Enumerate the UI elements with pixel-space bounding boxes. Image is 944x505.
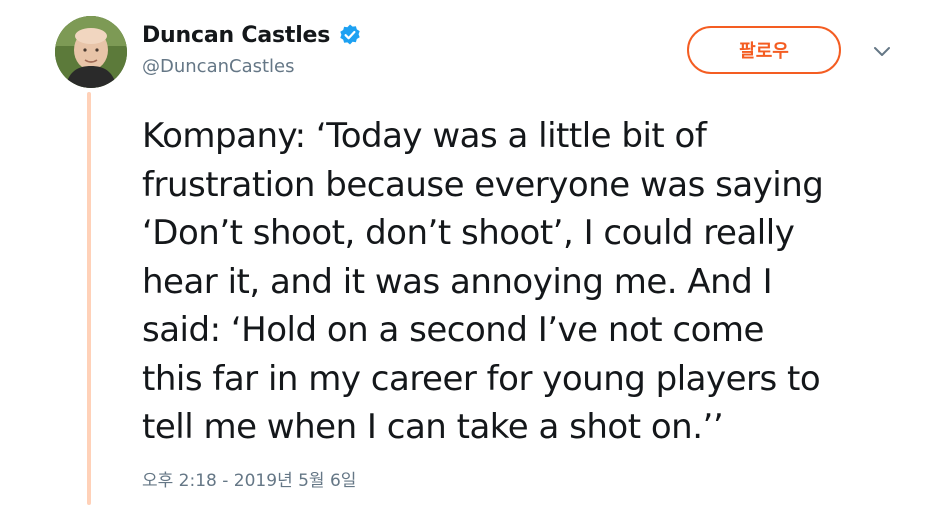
avatar[interactable] <box>55 16 127 88</box>
profile-photo-icon <box>55 16 127 88</box>
name-row: Duncan Castles <box>142 20 362 50</box>
chevron-down-icon <box>874 47 890 56</box>
verified-badge-icon <box>338 23 362 47</box>
tweet-container: Duncan Castles @DuncanCastles 팔로우 Kompan… <box>0 0 944 505</box>
follow-button[interactable]: 팔로우 <box>687 26 841 74</box>
tweet-timestamp[interactable]: 오후 2:18 - 2019년 5월 6일 <box>142 466 356 491</box>
tweet-text: Kompany: ‘Today was a little bit of frus… <box>142 116 824 447</box>
thread-line <box>87 92 91 505</box>
tweet-header: Duncan Castles @DuncanCastles <box>142 20 362 77</box>
more-options-button[interactable] <box>868 40 896 64</box>
user-handle[interactable]: @DuncanCastles <box>142 56 362 77</box>
display-name[interactable]: Duncan Castles <box>142 23 330 48</box>
